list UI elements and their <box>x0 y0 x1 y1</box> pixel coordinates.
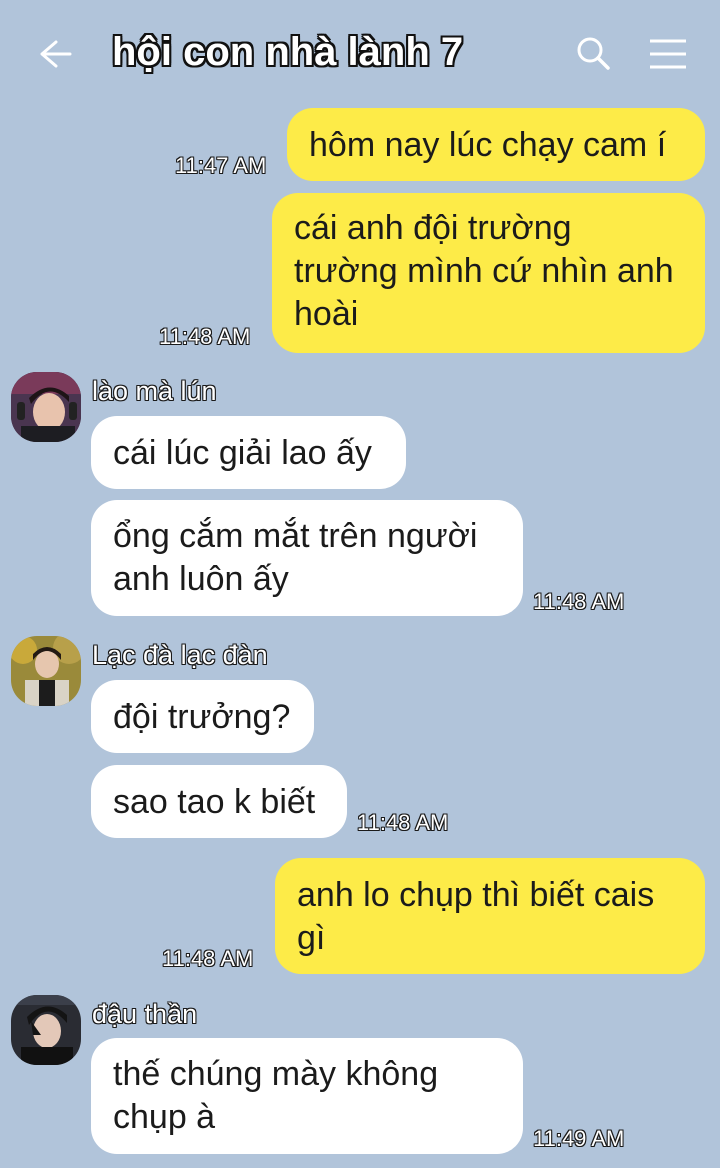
message-timestamp: 11:48 AM <box>162 946 254 971</box>
message-text-line: anh luôn ấy <box>113 560 289 598</box>
message-text-line: ổng cắm mắt trên người <box>113 517 478 555</box>
sender-name: lào mà lún <box>92 376 217 406</box>
sender-name: đậu thần <box>92 999 198 1029</box>
chat-screen: hội con nhà lành 7 11:47 AM hôm nay lúc … <box>0 0 720 1168</box>
avatar[interactable] <box>11 636 81 706</box>
message-timestamp: 11:48 AM <box>533 589 625 614</box>
message-text: sao tao k biết <box>113 783 316 821</box>
message-text-line: trường mình cứ nhìn anh <box>294 252 674 290</box>
avatar[interactable] <box>11 995 81 1065</box>
message-text-line: chụp à <box>113 1098 216 1136</box>
incoming-message-bubble[interactable]: cái lúc giải lao ấy <box>91 416 406 489</box>
menu-icon[interactable] <box>648 38 688 70</box>
message-text-line: hoài <box>294 295 359 333</box>
message-text-line: cái anh đội trường <box>294 209 572 247</box>
message-timestamp: 11:48 AM <box>357 810 449 835</box>
incoming-message-bubble[interactable]: thế chúng mày không chụp à <box>91 1038 523 1154</box>
message-text-line: thế chúng mày không <box>113 1055 439 1093</box>
avatar[interactable] <box>11 372 81 442</box>
message-text: đội trưởng? <box>113 698 291 736</box>
message-timestamp: 11:49 AM <box>533 1126 625 1151</box>
message-text-line: anh lo chụp thì biết cais <box>297 876 655 914</box>
message-text-line: gì <box>297 919 326 957</box>
incoming-message-bubble[interactable]: đội trưởng? <box>91 680 314 753</box>
incoming-message-bubble[interactable]: sao tao k biết <box>91 765 347 838</box>
outgoing-message-bubble[interactable]: hôm nay lúc chạy cam í <box>287 108 705 181</box>
incoming-message-bubble[interactable]: ổng cắm mắt trên người anh luôn ấy <box>91 500 523 616</box>
outgoing-message-bubble[interactable]: cái anh đội trường trường mình cứ nhìn a… <box>272 193 705 353</box>
outgoing-message-bubble[interactable]: anh lo chụp thì biết cais gì <box>275 858 705 974</box>
back-arrow-icon[interactable] <box>36 36 72 72</box>
message-timestamp: 11:47 AM <box>175 153 267 178</box>
message-text: cái lúc giải lao ấy <box>113 434 372 472</box>
chat-title: hội con nhà lành 7 <box>112 30 464 74</box>
message-timestamp: 11:48 AM <box>159 324 251 349</box>
message-text: hôm nay lúc chạy cam í <box>309 126 667 164</box>
search-icon[interactable] <box>574 34 612 72</box>
sender-name: Lạc đà lạc đàn <box>92 640 268 670</box>
